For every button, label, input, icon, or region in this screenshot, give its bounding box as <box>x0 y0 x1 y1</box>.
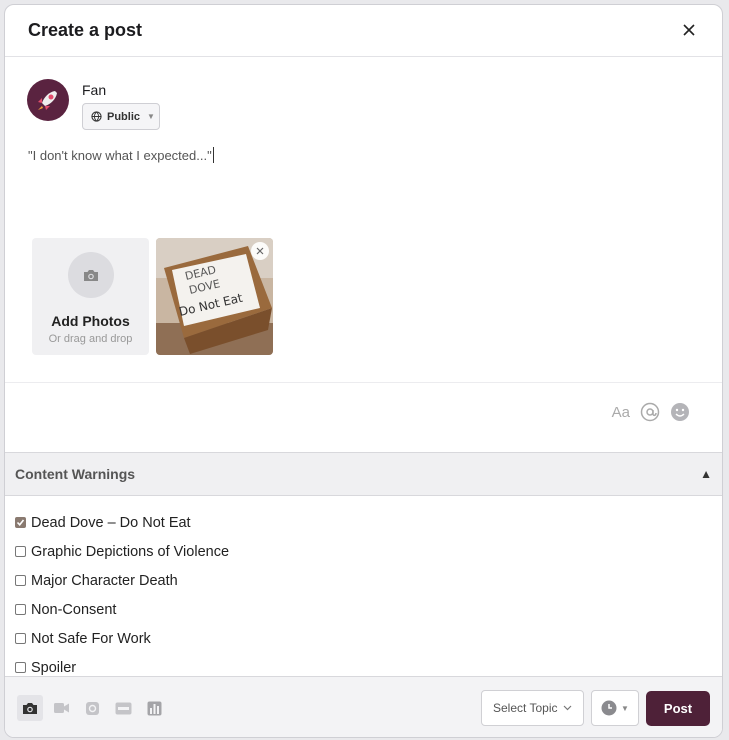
avatar[interactable] <box>27 79 69 121</box>
author-name: Fan <box>82 82 107 98</box>
poll-mode-button[interactable] <box>141 695 167 721</box>
warning-label: Dead Dove – Do Not Eat <box>31 514 191 531</box>
warning-item-dead-dove[interactable]: Dead Dove – Do Not Eat <box>5 508 722 537</box>
warning-label: Graphic Depictions of Violence <box>31 543 230 560</box>
rocket-icon <box>38 91 57 110</box>
emoji-icon[interactable] <box>670 402 690 422</box>
checkbox[interactable] <box>15 662 26 673</box>
create-post-dialog: Create a post Fan Public ▼ "I don't know <box>4 4 723 738</box>
close-icon <box>256 247 264 255</box>
video-icon <box>53 703 69 713</box>
audience-select[interactable]: Public ▼ <box>82 103 160 130</box>
content-warnings-title: Content Warnings <box>15 466 136 482</box>
text-cursor <box>212 147 214 163</box>
camera-icon <box>23 703 37 714</box>
post-text-input[interactable]: "I don't know what I expected..." <box>28 147 214 163</box>
audience-label: Public <box>107 110 141 123</box>
gif-icon <box>115 702 131 714</box>
topic-select-value: Select Topic <box>493 701 558 715</box>
check-icon <box>16 519 25 527</box>
chevron-down-icon <box>564 705 572 711</box>
warning-item-nsfw[interactable]: Not Safe For Work <box>5 624 722 653</box>
checkbox[interactable] <box>15 546 26 557</box>
dialog-footer: Select Topic ▼ Post <box>5 677 722 737</box>
close-button[interactable] <box>676 17 702 43</box>
checkbox[interactable] <box>15 575 26 586</box>
warning-label: Spoiler <box>31 659 77 676</box>
caret-down-icon: ▼ <box>147 112 155 121</box>
camera-circle <box>67 252 114 298</box>
close-icon <box>683 24 695 36</box>
add-photos-subtitle: Or drag and drop <box>48 333 133 345</box>
add-photos-button[interactable]: Add Photos Or drag and drop <box>32 238 149 355</box>
divider <box>5 382 722 383</box>
checkbox-checked[interactable] <box>15 517 26 528</box>
video-mode-button[interactable] <box>48 695 74 721</box>
add-photos-title: Add Photos <box>51 313 130 329</box>
content-warnings-header[interactable]: Content Warnings ▲ <box>5 452 722 496</box>
schedule-button[interactable]: ▼ <box>591 690 639 726</box>
caret-down-icon: ▼ <box>621 703 629 713</box>
collapse-toggle-icon[interactable]: ▲ <box>700 467 712 481</box>
warning-label: Major Character Death <box>31 572 178 589</box>
link-icon <box>85 701 99 715</box>
dialog-header: Create a post <box>5 5 722 57</box>
globe-icon <box>91 111 102 122</box>
link-mode-button[interactable] <box>79 695 105 721</box>
warning-item-violence[interactable]: Graphic Depictions of Violence <box>5 537 722 566</box>
poll-icon <box>147 701 161 715</box>
post-button[interactable]: Post <box>646 690 710 726</box>
topic-select[interactable]: Select Topic <box>481 690 584 726</box>
content-warnings-list: Dead Dove – Do Not Eat Graphic Depiction… <box>5 496 722 677</box>
post-text-value: "I don't know what I expected..." <box>28 148 212 163</box>
warning-item-character-death[interactable]: Major Character Death <box>5 566 722 595</box>
photo-mode-button[interactable] <box>17 695 43 721</box>
checkbox[interactable] <box>15 604 26 615</box>
text-tools: Aa <box>612 402 690 422</box>
warning-label: Non-Consent <box>31 601 117 618</box>
mention-icon[interactable] <box>640 402 660 422</box>
warning-label: Not Safe For Work <box>31 630 151 647</box>
camera-icon <box>83 270 98 281</box>
gif-mode-button[interactable] <box>110 695 136 721</box>
text-format-button[interactable]: Aa <box>612 404 630 421</box>
remove-photo-button[interactable] <box>251 242 269 260</box>
attached-photo[interactable]: DEAD DOVE Do Not Eat <box>156 238 273 355</box>
clock-icon <box>601 700 617 716</box>
author-block: Fan Public ▼ <box>27 79 160 130</box>
dialog-title: Create a post <box>28 20 143 40</box>
warning-item-non-consent[interactable]: Non-Consent <box>5 595 722 624</box>
checkbox[interactable] <box>15 633 26 644</box>
